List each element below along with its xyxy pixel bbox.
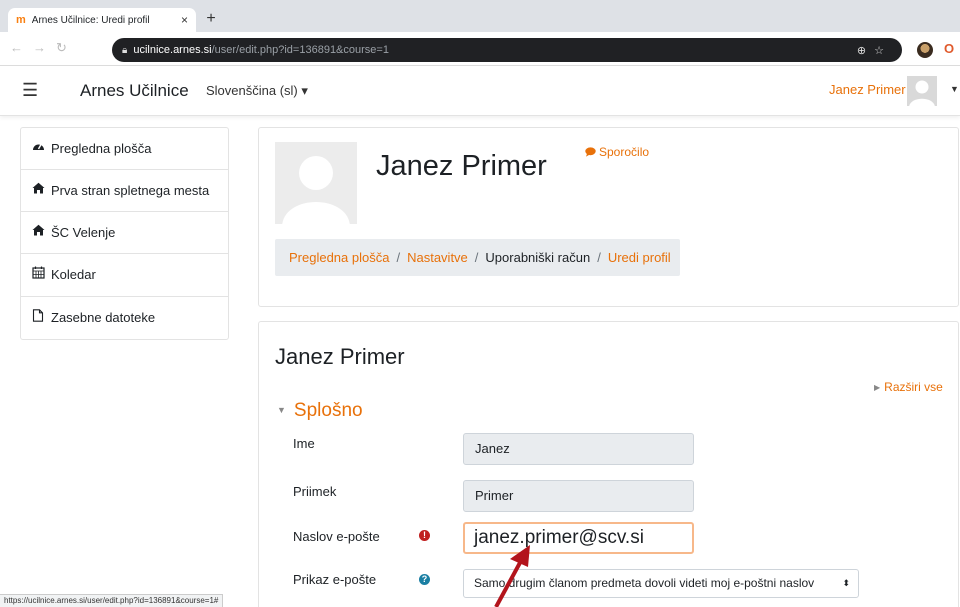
drawer-item-site-home[interactable]: Prva stran spletnega mesta: [21, 170, 228, 212]
expand-all-link[interactable]: ▶ Razširi vse: [874, 380, 943, 394]
page-title: Janez Primer: [376, 150, 547, 182]
breadcrumb-separator: /: [396, 250, 401, 265]
first-name-label: Ime: [293, 436, 315, 451]
lock-icon: 🔒︎: [122, 44, 128, 56]
browser-tab[interactable]: m Arnes Učilnice: Uredi profil ×: [8, 8, 196, 32]
breadcrumb: Pregledna plošča / Nastavitve / Uporabni…: [275, 239, 680, 276]
breadcrumb-separator: /: [597, 250, 601, 265]
new-tab-button[interactable]: +: [200, 9, 222, 31]
page-header-card: Janez Primer Sporočilo Pregledna plošča …: [258, 127, 959, 307]
annotation-arrow-icon: [494, 545, 530, 607]
drawer-item-sc-velenje[interactable]: ŠC Velenje: [21, 212, 228, 254]
nav-drawer: Pregledna plošča Prva stran spletnega me…: [20, 127, 229, 340]
site-brand[interactable]: Arnes Učilnice: [80, 81, 189, 101]
bookmark-star-icon[interactable]: ☆: [874, 45, 892, 57]
drawer-item-dashboard[interactable]: Pregledna plošča: [21, 128, 228, 170]
email-display-label: Prikaz e-pošte: [293, 572, 377, 587]
email-label: Naslov e-pošte: [293, 529, 380, 544]
address-bar: ←→↻ 🔒︎ ucilnice.arnes.si /user/edit.php?…: [0, 32, 960, 66]
first-name-field[interactable]: Janez: [463, 433, 694, 465]
required-icon: !: [419, 530, 430, 541]
extension-icon[interactable]: O: [944, 41, 954, 56]
forward-icon[interactable]: →: [33, 40, 56, 55]
caret-down-icon: ▼: [277, 405, 286, 415]
url-field[interactable]: 🔒︎ ucilnice.arnes.si /user/edit.php?id=1…: [112, 38, 902, 62]
profile-picture: [275, 142, 357, 224]
back-icon[interactable]: ←: [10, 40, 33, 55]
reload-icon[interactable]: ↻: [56, 40, 77, 55]
drawer-item-label: ŠC Velenje: [51, 225, 116, 240]
default-avatar-icon: [282, 156, 350, 224]
last-name-field[interactable]: Primer: [463, 480, 694, 512]
breadcrumb-settings[interactable]: Nastavitve: [407, 250, 468, 265]
moodle-favicon-icon: m: [16, 14, 26, 26]
drawer-item-label: Zasebne datoteke: [51, 310, 156, 325]
url-host: ucilnice.arnes.si: [133, 44, 212, 56]
status-bar-url: https://ucilnice.arnes.si/user/edit.php?…: [0, 594, 224, 607]
default-avatar-icon: [909, 80, 935, 106]
url-path: /user/edit.php?id=136891&course=1: [211, 44, 389, 56]
breadcrumb-user-account: Uporabniški račun: [485, 250, 591, 265]
form-heading: Janez Primer: [275, 344, 405, 369]
message-label: Sporočilo: [599, 145, 650, 159]
nav-buttons: ←→↻: [10, 40, 77, 56]
language-menu[interactable]: Slovenščina (sl) ▾: [206, 83, 308, 99]
drawer-item-private-files[interactable]: Zasebne datoteke: [21, 297, 228, 339]
help-icon[interactable]: ?: [419, 574, 430, 585]
tab-close-icon[interactable]: ×: [181, 13, 188, 27]
chat-bubble-icon: [585, 147, 596, 157]
user-menu-caret-icon[interactable]: ▼: [950, 84, 959, 94]
drawer-item-label: Koledar: [51, 267, 96, 282]
browser-profile-avatar[interactable]: [917, 42, 933, 58]
breadcrumb-dashboard[interactable]: Pregledna plošča: [289, 250, 389, 265]
drawer-item-label: Pregledna plošča: [51, 141, 152, 156]
caret-right-icon: ▶: [874, 383, 881, 392]
zoom-icon[interactable]: ⊕: [857, 45, 874, 57]
home-icon: [31, 182, 45, 199]
expand-all-label: Razširi vse: [884, 380, 943, 394]
section-general-label: Splošno: [293, 400, 363, 421]
breadcrumb-separator: /: [474, 250, 479, 265]
drawer-item-label: Prva stran spletnega mesta: [51, 183, 210, 198]
site-navbar: ☰ Arnes Učilnice Slovenščina (sl) ▾ Jane…: [0, 66, 960, 116]
message-button[interactable]: Sporočilo: [585, 145, 649, 159]
omnibox-icons: ⊕☆: [857, 44, 892, 57]
browser-tab-bar: m Arnes Učilnice: Uredi profil × +: [0, 0, 960, 32]
dashboard-icon: [31, 140, 45, 157]
section-general-toggle[interactable]: ▼ Splošno: [277, 400, 363, 422]
user-avatar[interactable]: [907, 76, 937, 106]
drawer-item-calendar[interactable]: Koledar: [21, 254, 228, 297]
tab-title: Arnes Učilnice: Uredi profil: [31, 14, 150, 26]
edit-profile-form: Janez Primer ▶ Razširi vse ▼ Splošno Ime J…: [258, 321, 959, 607]
file-icon: [31, 309, 45, 327]
hamburger-menu-icon[interactable]: ☰: [22, 80, 38, 101]
home-icon: [31, 224, 45, 241]
select-arrows-icon: ⬍: [842, 578, 850, 588]
last-name-label: Priimek: [293, 484, 337, 499]
breadcrumb-edit-profile[interactable]: Uredi profil: [608, 250, 671, 265]
calendar-icon: [31, 266, 45, 284]
user-menu-name[interactable]: Janez Primer: [829, 82, 906, 97]
